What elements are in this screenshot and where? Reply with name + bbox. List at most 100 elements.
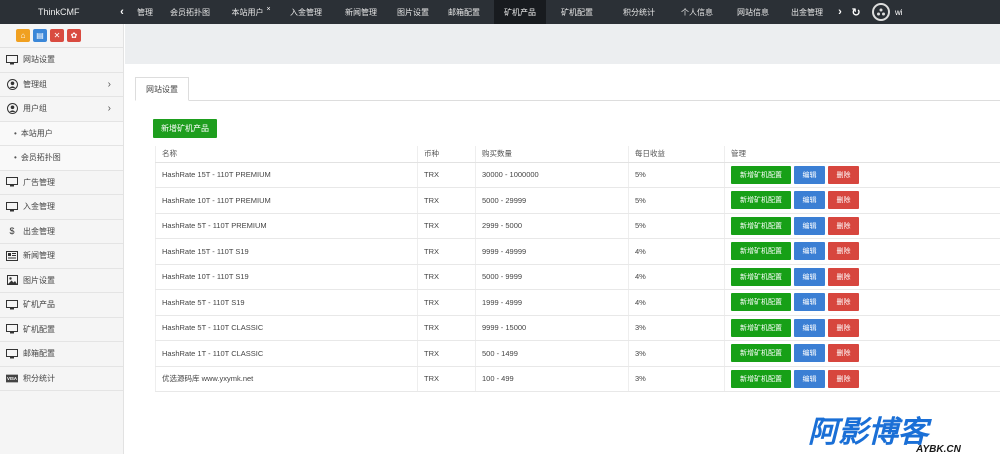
table-header-row: 名称 币种 购买数量 每日收益 管理 xyxy=(156,146,1000,162)
nav-prev-icon[interactable]: ‹ xyxy=(114,6,130,18)
sidebar-item-member-topology[interactable]: • 会员拓扑图 xyxy=(0,146,123,171)
top-nav: ‹ 管理 会员拓扑图 本站用户× 入金管理 新闻管理 图片设置 邮箱配置 矿机产… xyxy=(114,0,903,24)
add-miner-config-button[interactable]: 新增矿机配置 xyxy=(731,217,791,235)
add-miner-product-button[interactable]: 新增矿机产品 xyxy=(153,119,217,138)
sidebar-item-site-settings[interactable]: 网站设置 xyxy=(0,48,123,73)
add-miner-config-button[interactable]: 新增矿机配置 xyxy=(731,166,791,184)
delete-button[interactable]: 删除 xyxy=(828,344,859,362)
nav-item-points[interactable]: 积分统计 xyxy=(608,0,670,24)
cell-quantity: 5000 - 9999 xyxy=(476,264,629,290)
row-actions: 新增矿机配置编辑删除 xyxy=(731,242,1000,260)
edit-button[interactable]: 编辑 xyxy=(794,242,825,260)
chevron-right-icon: › xyxy=(108,79,111,90)
add-miner-config-button[interactable]: 新增矿机配置 xyxy=(731,242,791,260)
delete-button[interactable]: 删除 xyxy=(828,370,859,388)
add-miner-config-button[interactable]: 新增矿机配置 xyxy=(731,268,791,286)
cell-name: HashRate 10T - 110T PREMIUM xyxy=(156,188,418,214)
bullet-icon: • xyxy=(14,129,17,138)
brand-logo[interactable]: ThinkCMF xyxy=(0,7,114,17)
user-circle-icon xyxy=(6,79,18,89)
sidebar-item-ads[interactable]: 广告管理 xyxy=(0,171,123,196)
edit-button[interactable]: 编辑 xyxy=(794,191,825,209)
edit-button[interactable]: 编辑 xyxy=(794,293,825,311)
sidebar-item-miner-config[interactable]: 矿机配置 xyxy=(0,318,123,343)
cell-quantity: 9999 - 49999 xyxy=(476,239,629,265)
cell-name: HashRate 5T - 110T CLASSIC xyxy=(156,315,418,341)
add-miner-config-button[interactable]: 新增矿机配置 xyxy=(731,191,791,209)
column-header-actions: 管理 xyxy=(725,146,1000,162)
sidebar-item-news[interactable]: 新闻管理 xyxy=(0,244,123,269)
nav-next-icon[interactable]: › xyxy=(832,6,848,18)
document-icon[interactable]: ▤ xyxy=(33,29,47,42)
sidebar-item-deposit[interactable]: 入金管理 xyxy=(0,195,123,220)
nav-item-mail[interactable]: 邮箱配置 xyxy=(434,0,494,24)
edit-button[interactable]: 编辑 xyxy=(794,319,825,337)
nav-item-deposit[interactable]: 入金管理 xyxy=(282,0,330,24)
edit-button[interactable]: 编辑 xyxy=(794,268,825,286)
edit-button[interactable]: 编辑 xyxy=(794,166,825,184)
cell-coin: TRX xyxy=(418,264,476,290)
cell-name: HashRate 1T - 110T CLASSIC xyxy=(156,341,418,367)
trash-icon[interactable]: ✕ xyxy=(50,29,64,42)
delete-button[interactable]: 删除 xyxy=(828,293,859,311)
edit-button[interactable]: 编辑 xyxy=(794,217,825,235)
edit-button[interactable]: 编辑 xyxy=(794,370,825,388)
tab-site-settings[interactable]: 网站设置 xyxy=(135,77,189,101)
monitor-icon xyxy=(6,349,18,359)
delete-button[interactable]: 删除 xyxy=(828,319,859,337)
delete-button[interactable]: 删除 xyxy=(828,166,859,184)
nav-item-news[interactable]: 新闻管理 xyxy=(330,0,392,24)
home-icon[interactable]: ⌂ xyxy=(16,29,30,42)
cell-actions: 新增矿机配置编辑删除 xyxy=(725,188,1000,214)
sidebar-item-mail[interactable]: 邮箱配置 xyxy=(0,342,123,367)
user-name[interactable]: wi xyxy=(895,8,903,17)
nav-item-member-topology[interactable]: 会员拓扑图 xyxy=(160,0,220,24)
row-actions: 新增矿机配置编辑删除 xyxy=(731,370,1000,388)
refresh-icon[interactable]: ↻ xyxy=(848,6,864,19)
edit-button[interactable]: 编辑 xyxy=(794,344,825,362)
add-miner-config-button[interactable]: 新增矿机配置 xyxy=(731,319,791,337)
delete-button[interactable]: 删除 xyxy=(828,217,859,235)
nav-item-miner-config[interactable]: 矿机配置 xyxy=(546,0,608,24)
sidebar-item-site-users[interactable]: • 本站用户 xyxy=(0,122,123,147)
table-row: HashRate 15T - 110T PREMIUMTRX30000 - 10… xyxy=(156,162,1000,188)
main-content: 网站设置 新增矿机产品 名称 币种 购买数量 每日收益 管理 HashRate … xyxy=(125,64,1000,454)
nav-item-site-users[interactable]: 本站用户× xyxy=(220,0,282,24)
add-miner-config-button[interactable]: 新增矿机配置 xyxy=(731,293,791,311)
add-miner-config-button[interactable]: 新增矿机配置 xyxy=(731,344,791,362)
nav-item-withdraw[interactable]: 出金管理 xyxy=(782,0,832,24)
news-icon xyxy=(6,251,18,261)
cell-coin: TRX xyxy=(418,162,476,188)
sidebar-item-admin-group[interactable]: 管理组 › xyxy=(0,73,123,98)
nav-item-miner-products[interactable]: 矿机产品 xyxy=(494,0,546,24)
add-miner-config-button[interactable]: 新增矿机配置 xyxy=(731,370,791,388)
nav-item-site-info[interactable]: 网站信息 xyxy=(724,0,782,24)
row-actions: 新增矿机配置编辑删除 xyxy=(731,319,1000,337)
sidebar-item-miner-products[interactable]: 矿机产品 xyxy=(0,293,123,318)
delete-button[interactable]: 删除 xyxy=(828,191,859,209)
miner-product-table: 名称 币种 购买数量 每日收益 管理 HashRate 15T - 110T P… xyxy=(155,146,1000,392)
quick-buttons: ⌂ ▤ ✕ ✿ xyxy=(0,24,123,48)
top-navbar: ThinkCMF ‹ 管理 会员拓扑图 本站用户× 入金管理 新闻管理 图片设置… xyxy=(0,0,1000,24)
cell-name: HashRate 10T - 110T S19 xyxy=(156,264,418,290)
cell-quantity: 100 - 499 xyxy=(476,366,629,392)
nav-item-manage[interactable]: 管理 xyxy=(130,0,160,24)
nav-item-profile[interactable]: 个人信息 xyxy=(670,0,724,24)
nav-item-images[interactable]: 图片设置 xyxy=(392,0,434,24)
cell-name: 优选源码库 www.yxymk.net xyxy=(156,366,418,392)
delete-button[interactable]: 删除 xyxy=(828,268,859,286)
sidebar-item-points[interactable]: VISA 积分统计 xyxy=(0,367,123,392)
watermark-text: 阿影博客 xyxy=(808,415,932,450)
sidebar-item-user-group[interactable]: 用户组 › xyxy=(0,97,123,122)
close-icon[interactable]: × xyxy=(266,6,270,13)
table-row: HashRate 5T - 110T PREMIUMTRX2999 - 5000… xyxy=(156,213,1000,239)
delete-button[interactable]: 删除 xyxy=(828,242,859,260)
sidebar-item-images[interactable]: 图片设置 xyxy=(0,269,123,294)
cell-actions: 新增矿机配置编辑删除 xyxy=(725,290,1000,316)
table-row: HashRate 15T - 110T S19TRX9999 - 499994%… xyxy=(156,239,1000,265)
sidebar-item-withdraw[interactable]: $ 出金管理 xyxy=(0,220,123,245)
cell-daily-yield: 5% xyxy=(629,213,725,239)
cell-quantity: 9999 - 15000 xyxy=(476,315,629,341)
user-avatar-icon[interactable] xyxy=(872,3,890,21)
settings-icon[interactable]: ✿ xyxy=(67,29,81,42)
